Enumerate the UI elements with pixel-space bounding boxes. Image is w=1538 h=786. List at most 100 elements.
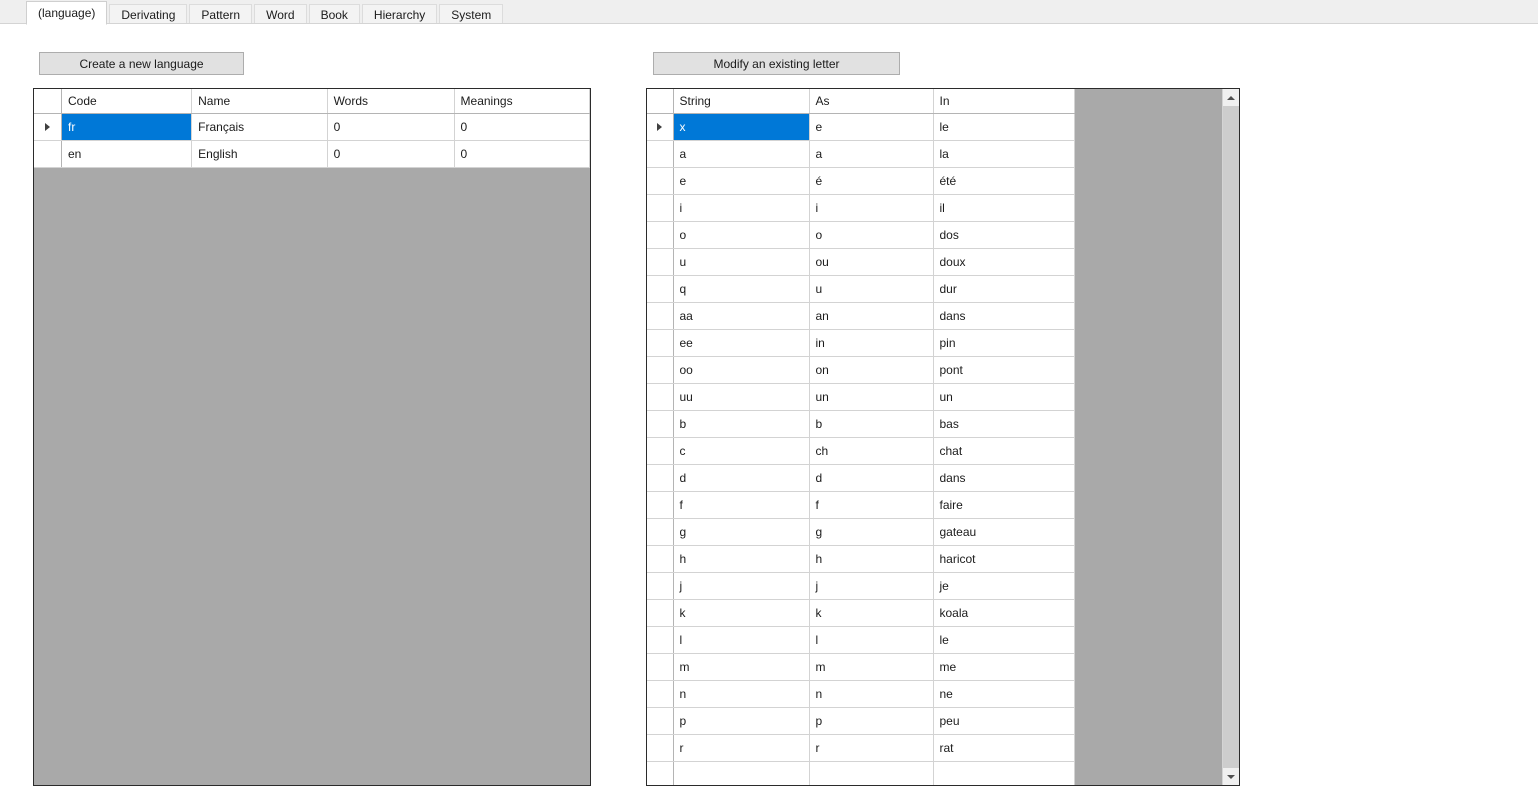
cell-in[interactable]: dur	[933, 275, 1074, 302]
row-header[interactable]	[647, 518, 673, 545]
table-row[interactable]: kkkoala	[647, 599, 1074, 626]
column-header-code[interactable]: Code	[62, 89, 192, 113]
column-header-words[interactable]: Words	[327, 89, 454, 113]
cell-as[interactable]: j	[809, 572, 933, 599]
row-header[interactable]	[647, 464, 673, 491]
cell-string[interactable]: q	[673, 275, 809, 302]
table-row[interactable]: dddans	[647, 464, 1074, 491]
cell-code[interactable]: en	[62, 140, 192, 167]
cell-string[interactable]: c	[673, 437, 809, 464]
cell-string[interactable]: o	[673, 221, 809, 248]
cell-in[interactable]: pont	[933, 356, 1074, 383]
table-row[interactable]: uuunun	[647, 383, 1074, 410]
languages-grid[interactable]: CodeNameWordsMeanings frFrançais00enEngl…	[33, 88, 591, 786]
cell-as[interactable]: on	[809, 356, 933, 383]
cell-string[interactable]: i	[673, 194, 809, 221]
cell-string[interactable]: r	[673, 734, 809, 761]
table-row[interactable]	[647, 761, 1074, 786]
cell-in[interactable]: dans	[933, 464, 1074, 491]
table-row[interactable]: qudur	[647, 275, 1074, 302]
cell-string[interactable]: oo	[673, 356, 809, 383]
row-header[interactable]	[647, 248, 673, 275]
table-row[interactable]: jjje	[647, 572, 1074, 599]
cell-as[interactable]: g	[809, 518, 933, 545]
table-row[interactable]: oodos	[647, 221, 1074, 248]
tab-pattern[interactable]: Pattern	[189, 4, 252, 24]
cell-string[interactable]: ee	[673, 329, 809, 356]
cell-string[interactable]: p	[673, 707, 809, 734]
row-header[interactable]	[647, 329, 673, 356]
table-row[interactable]: ooonpont	[647, 356, 1074, 383]
cell-in[interactable]: pin	[933, 329, 1074, 356]
cell-string[interactable]: x	[673, 113, 809, 140]
cell-as[interactable]: in	[809, 329, 933, 356]
modify-existing-letter-button[interactable]: Modify an existing letter	[653, 52, 900, 75]
cell-string[interactable]: aa	[673, 302, 809, 329]
table-row[interactable]: eéété	[647, 167, 1074, 194]
table-row[interactable]: nnne	[647, 680, 1074, 707]
cell-in[interactable]: il	[933, 194, 1074, 221]
cell-in[interactable]: dos	[933, 221, 1074, 248]
letters-grid-vertical-scrollbar[interactable]	[1222, 89, 1239, 785]
table-row[interactable]: fffaire	[647, 491, 1074, 518]
cell-as[interactable]: l	[809, 626, 933, 653]
cell-in[interactable]: peu	[933, 707, 1074, 734]
row-header[interactable]	[647, 761, 673, 786]
cell-string[interactable]: e	[673, 167, 809, 194]
row-header[interactable]	[647, 302, 673, 329]
cell-as[interactable]	[809, 761, 933, 786]
letters-grid[interactable]: StringAsIn xeleaalaeéétéiiiloodosuoudoux…	[646, 88, 1240, 786]
cell-meanings[interactable]: 0	[454, 140, 589, 167]
column-header-name[interactable]: Name	[192, 89, 327, 113]
cell-in[interactable]: dans	[933, 302, 1074, 329]
cell-as[interactable]: b	[809, 410, 933, 437]
scrollbar-thumb[interactable]	[1223, 106, 1239, 768]
create-new-language-button[interactable]: Create a new language	[39, 52, 244, 75]
table-row[interactable]: frFrançais00	[34, 113, 590, 140]
column-header-meanings[interactable]: Meanings	[454, 89, 589, 113]
table-row[interactable]: uoudoux	[647, 248, 1074, 275]
table-row[interactable]: gggateau	[647, 518, 1074, 545]
table-row[interactable]: eeinpin	[647, 329, 1074, 356]
tab-derivating[interactable]: Derivating	[109, 4, 187, 24]
cell-as[interactable]: ou	[809, 248, 933, 275]
cell-in[interactable]: le	[933, 113, 1074, 140]
cell-string[interactable]: uu	[673, 383, 809, 410]
row-header[interactable]	[647, 221, 673, 248]
row-header[interactable]	[647, 410, 673, 437]
cell-name[interactable]: English	[192, 140, 327, 167]
cell-in[interactable]: koala	[933, 599, 1074, 626]
cell-as[interactable]: h	[809, 545, 933, 572]
cell-as[interactable]: un	[809, 383, 933, 410]
cell-name[interactable]: Français	[192, 113, 327, 140]
row-header[interactable]	[647, 653, 673, 680]
tab-hierarchy[interactable]: Hierarchy	[362, 4, 437, 24]
cell-as[interactable]: o	[809, 221, 933, 248]
cell-string[interactable]: n	[673, 680, 809, 707]
row-header[interactable]	[647, 140, 673, 167]
table-row[interactable]: cchchat	[647, 437, 1074, 464]
row-header[interactable]	[34, 113, 62, 140]
cell-string[interactable]: f	[673, 491, 809, 518]
row-header[interactable]	[647, 599, 673, 626]
column-header-in[interactable]: In	[933, 89, 1074, 113]
row-header[interactable]	[647, 356, 673, 383]
cell-in[interactable]: rat	[933, 734, 1074, 761]
row-header[interactable]	[647, 734, 673, 761]
cell-string[interactable]: d	[673, 464, 809, 491]
cell-as[interactable]: k	[809, 599, 933, 626]
cell-as[interactable]: d	[809, 464, 933, 491]
row-header[interactable]	[647, 545, 673, 572]
grid-corner-header[interactable]	[34, 89, 62, 113]
cell-string[interactable]: j	[673, 572, 809, 599]
grid-corner-header[interactable]	[647, 89, 673, 113]
cell-as[interactable]: ch	[809, 437, 933, 464]
cell-in[interactable]: gateau	[933, 518, 1074, 545]
tab-system[interactable]: System	[439, 4, 503, 24]
cell-string[interactable]: h	[673, 545, 809, 572]
row-header[interactable]	[647, 626, 673, 653]
cell-in[interactable]: bas	[933, 410, 1074, 437]
tab-word[interactable]: Word	[254, 4, 306, 24]
table-row[interactable]: llle	[647, 626, 1074, 653]
cell-string[interactable]: u	[673, 248, 809, 275]
